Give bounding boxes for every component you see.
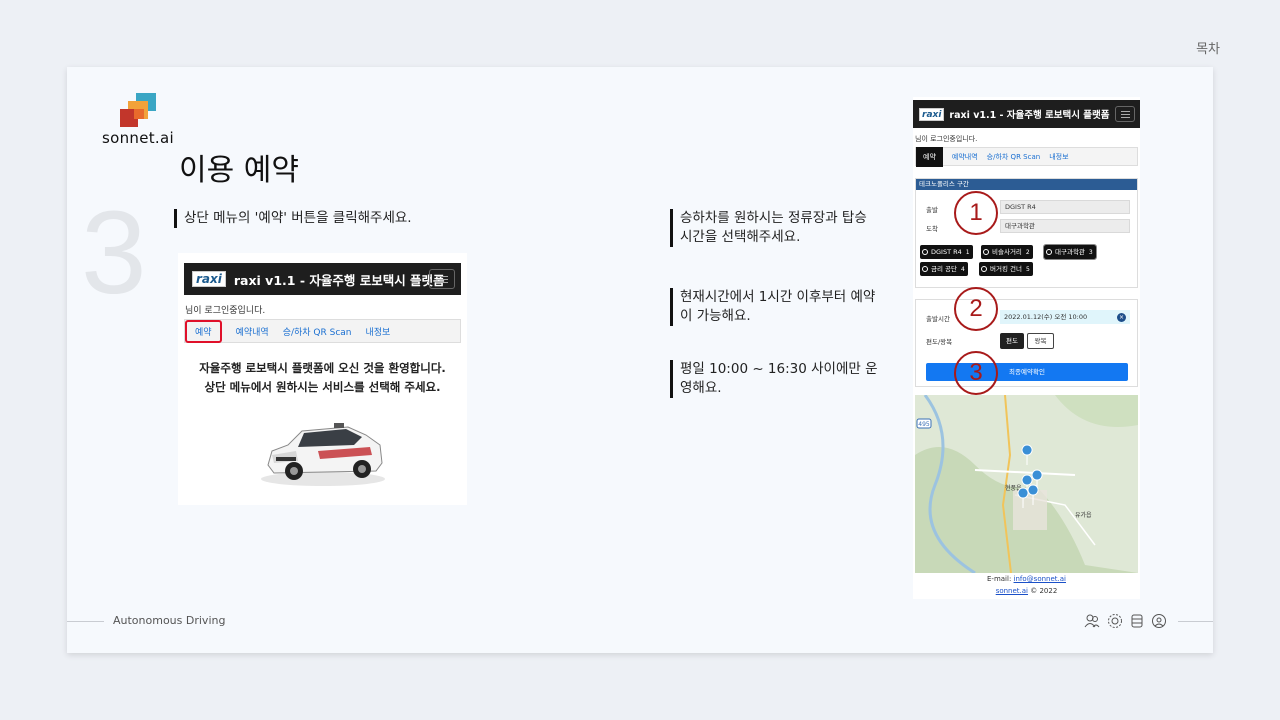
route-card: 테크노폴리스 구간 출발 DGIST R4 도착 대구과학관 DGIST R4 1…: [915, 178, 1138, 288]
stop-button-2[interactable]: 비슬사거리 2: [981, 245, 1033, 259]
database-icon[interactable]: [1130, 613, 1144, 629]
radio-icon: [983, 248, 989, 255]
stop-button-3[interactable]: 대구과학관 3: [1043, 244, 1097, 260]
tab-reserve[interactable]: 예약: [185, 319, 222, 343]
departure-field[interactable]: DGIST R4: [1000, 200, 1130, 214]
toc-link[interactable]: 목차: [1196, 38, 1220, 57]
radio-icon: [1046, 248, 1052, 255]
hamburger-menu-icon[interactable]: [429, 269, 455, 289]
callout-2: 승하차를 원하시는 정류장과 탑승 시간을 선택해주세요.: [670, 209, 880, 247]
route-map[interactable]: 495 현풍읍 유가읍: [915, 395, 1138, 573]
logo-mark-icon: [120, 93, 160, 129]
navbar-title: raxi v1.1 - 자율주행 로보택시 플랫폼: [949, 110, 1110, 121]
route-shield: 495: [918, 421, 930, 428]
town-label-2: 유가읍: [1075, 511, 1092, 519]
welcome-message: 자율주행 로보택시 플랫폼에 오신 것을 환영합니다. 상단 메뉴에서 원하시는…: [178, 359, 467, 397]
copyright: © 2022: [1030, 587, 1058, 595]
brand-logo[interactable]: raxi: [192, 271, 226, 287]
tab-qr-scan[interactable]: 승/하차 QR Scan: [283, 325, 352, 338]
stop-button-5[interactable]: 버거킹 건너 5: [979, 262, 1033, 276]
login-status: 님이 로그인중입니다.: [185, 306, 266, 316]
tab-bar: 예약 예약내역 승/하차 QR Scan 내정보: [184, 319, 461, 343]
welcome-line-1: 자율주행 로보택시 플랫폼에 오신 것을 환영합니다.: [199, 361, 446, 375]
stop-name: 대구과학관: [1055, 248, 1085, 256]
section-number: 3: [81, 187, 147, 319]
stop-name: 버거킹 건너: [990, 265, 1022, 273]
stop-button-4[interactable]: 금리 공단 4: [920, 262, 968, 276]
tab-my-info[interactable]: 내정보: [366, 325, 391, 338]
email-link[interactable]: info@sonnet.ai: [1014, 575, 1066, 583]
arrival-field[interactable]: 대구과학관: [1000, 219, 1130, 233]
section-header: 테크노폴리스 구간: [916, 179, 1137, 190]
navbar: raxi raxi v1.1 - 자율주행 로보택시 플랫폼: [913, 100, 1140, 128]
stop-num: 4: [961, 266, 965, 273]
hamburger-menu-icon[interactable]: [1115, 106, 1135, 122]
tab-qr-scan[interactable]: 승/하차 QR Scan: [987, 152, 1041, 162]
stop-name: 비슬사거리: [992, 248, 1022, 256]
brand-logo[interactable]: raxi: [919, 107, 945, 121]
stop-num: 3: [1088, 249, 1093, 256]
page-title: 이용 예약: [179, 153, 299, 188]
roundtrip-button[interactable]: 왕복: [1027, 333, 1054, 349]
stop-name: DGIST R4: [931, 248, 962, 256]
stop-name: 금리 공단: [931, 265, 957, 273]
callout-1: 상단 메뉴의 '예약' 버튼을 클릭해주세요.: [174, 209, 474, 228]
arrival-label: 도착: [926, 225, 938, 233]
home-screenshot: raxi raxi v1.1 - 자율주행 로보택시 플랫폼 님이 로그인중입니…: [178, 253, 467, 505]
navbar: raxi raxi v1.1 - 자율주행 로보택시 플랫폼: [184, 263, 461, 295]
people-icon[interactable]: [1084, 613, 1100, 629]
stop-num: 2: [1025, 249, 1030, 256]
radio-icon: [922, 248, 928, 255]
time-card: 출발시간 2022.01.12(수) 오전 10:00 × 편도/왕복 편도 왕…: [915, 299, 1138, 387]
tab-reserve[interactable]: 예약: [916, 146, 943, 167]
logo-text: sonnet.ai: [102, 129, 174, 147]
sonnet-logo: sonnet.ai: [102, 93, 182, 147]
oneway-button[interactable]: 편도: [1000, 333, 1024, 349]
footer-icons: [1084, 613, 1167, 629]
trip-type-label: 편도/왕복: [926, 338, 953, 346]
callout-4: 평일 10:00 ~ 16:30 사이에만 운영해요.: [670, 360, 880, 398]
tab-history[interactable]: 예약내역: [236, 325, 269, 338]
globe-user-icon[interactable]: [1151, 613, 1167, 629]
marker-1: 1: [954, 191, 998, 235]
time-field[interactable]: 2022.01.12(수) 오전 10:00 ×: [1000, 310, 1130, 324]
booking-footer: E-mail: info@sonnet.ai sonnet.ai © 2022: [913, 573, 1140, 597]
site-link[interactable]: sonnet.ai: [996, 587, 1028, 595]
time-label: 출발시간: [926, 315, 950, 323]
email-label: E-mail:: [987, 575, 1012, 583]
tab-my-info[interactable]: 내정보: [1049, 152, 1068, 162]
radio-icon: [922, 265, 928, 272]
marker-3: 3: [954, 351, 998, 395]
tab-bar: 예약 예약내역 승/하차 QR Scan 내정보: [915, 146, 1138, 167]
tab-history[interactable]: 예약내역: [952, 152, 978, 162]
booking-screenshot: raxi raxi v1.1 - 자율주행 로보택시 플랫폼 님이 로그인중입니…: [913, 97, 1140, 599]
robotaxi-car-image: [261, 423, 385, 486]
stop-num: 1: [965, 249, 970, 256]
slide: sonnet.ai 3 이용 예약 상단 메뉴의 '예약' 버튼을 클릭해주세요…: [67, 67, 1213, 653]
navbar-title: raxi v1.1 - 자율주행 로보택시 플랫폼: [233, 272, 445, 288]
gear-icon[interactable]: [1107, 613, 1123, 629]
footer-divider-right: [1178, 621, 1213, 622]
footer-text: Autonomous Driving: [113, 614, 226, 627]
footer-divider-left: [67, 621, 104, 622]
clear-icon[interactable]: ×: [1117, 313, 1126, 322]
marker-2: 2: [954, 287, 998, 331]
callout-3: 현재시간에서 1시간 이후부터 예약이 가능해요.: [670, 288, 880, 326]
radio-icon: [981, 265, 987, 272]
stop-num: 5: [1025, 266, 1030, 273]
login-status: 님이 로그인중입니다.: [915, 135, 978, 143]
departure-label: 출발: [926, 206, 938, 214]
time-value: 2022.01.12(수) 오전 10:00: [1004, 313, 1088, 321]
stop-button-1[interactable]: DGIST R4 1: [920, 245, 973, 259]
welcome-line-2: 상단 메뉴에서 원하시는 서비스를 선택해 주세요.: [204, 380, 441, 394]
